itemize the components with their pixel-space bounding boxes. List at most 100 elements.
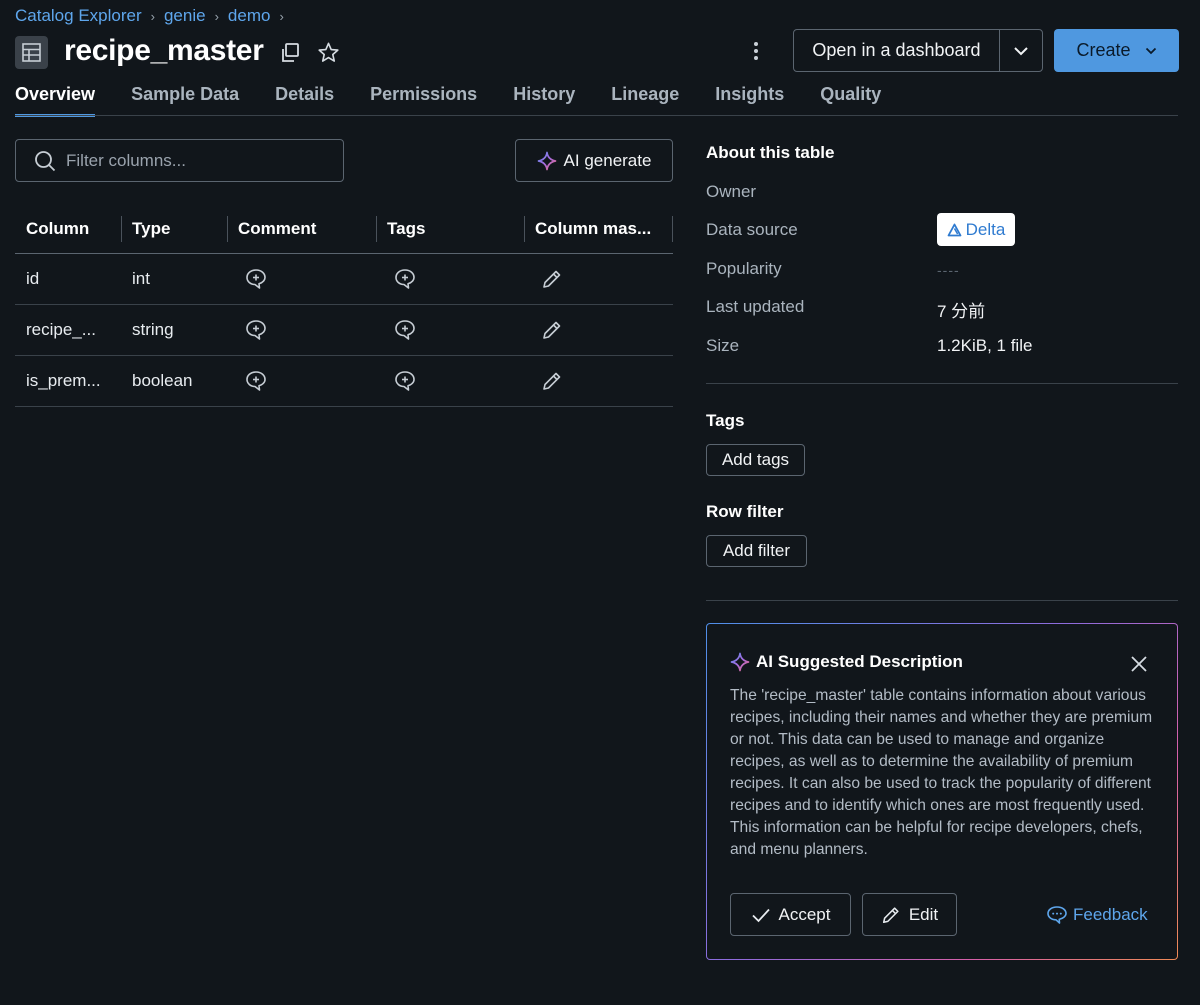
tab-lineage[interactable]: Lineage (611, 84, 679, 117)
table-row: is_prem... boolean (15, 356, 673, 407)
data-source-label: Data source (706, 220, 798, 239)
last-updated-value: 7 分前 (937, 302, 986, 321)
table-row: recipe_... string (15, 305, 673, 356)
about-table-heading: About this table (706, 143, 835, 162)
add-filter-button[interactable]: Add filter (706, 535, 807, 567)
open-in-dashboard-dropdown[interactable] (1000, 30, 1042, 71)
size-value: 1.2KiB, 1 file (937, 336, 1033, 355)
filter-columns-field (15, 139, 344, 182)
sparkle-icon (730, 652, 750, 672)
tab-quality[interactable]: Quality (820, 84, 881, 117)
filter-columns-input[interactable] (66, 150, 326, 171)
add-tags-button[interactable]: Add tags (706, 444, 805, 476)
ai-suggestion-text: The 'recipe_master' table contains infor… (730, 687, 1153, 858)
table-icon (15, 36, 48, 69)
tag-add-icon[interactable] (393, 267, 417, 291)
column-type: string (132, 320, 174, 339)
section-divider (706, 600, 1178, 601)
comment-add-icon[interactable] (244, 369, 268, 393)
pencil-icon[interactable] (541, 268, 563, 290)
tabs-divider (15, 115, 1178, 116)
pencil-icon[interactable] (541, 370, 563, 392)
create-button[interactable]: Create (1054, 29, 1179, 72)
copy-icon[interactable] (279, 42, 301, 64)
accept-button[interactable]: Accept (730, 893, 851, 936)
pencil-icon[interactable] (541, 319, 563, 341)
comment-add-icon[interactable] (244, 267, 268, 291)
tab-details[interactable]: Details (275, 84, 334, 117)
tags-cell (376, 356, 524, 406)
feedback-icon (1047, 906, 1067, 924)
ai-generate-button[interactable]: AI generate (515, 139, 673, 182)
table-header-row: Column Type Comment Tags Column mas... (15, 205, 673, 254)
tab-insights[interactable]: Insights (715, 84, 784, 117)
section-divider (706, 383, 1178, 384)
column-type: int (132, 269, 150, 288)
breadcrumb-separator: › (214, 8, 219, 24)
feedback-label: Feedback (1073, 905, 1148, 924)
breadcrumb-catalog-explorer[interactable]: Catalog Explorer (15, 6, 142, 26)
edit-button[interactable]: Edit (862, 893, 957, 936)
breadcrumb-separator: › (150, 8, 155, 24)
breadcrumb-separator: › (279, 8, 284, 24)
tab-overview[interactable]: Overview (15, 84, 96, 117)
tag-add-icon[interactable] (393, 369, 417, 393)
open-in-dashboard-button[interactable]: Open in a dashboard (794, 30, 1000, 71)
tags-cell (376, 305, 524, 355)
tag-add-icon[interactable] (393, 318, 417, 342)
page-title: recipe_master (64, 34, 264, 67)
chevron-down-icon (1014, 46, 1028, 55)
breadcrumb-genie[interactable]: genie (164, 6, 206, 26)
comment-cell (227, 305, 376, 355)
comment-cell (227, 356, 376, 406)
tab-bar: Overview Sample Data Details Permissions… (15, 84, 881, 117)
owner-label: Owner (706, 182, 757, 201)
tags-cell (376, 254, 524, 304)
last-updated-label: Last updated (706, 297, 805, 316)
column-mask-cell (524, 356, 673, 406)
feedback-link[interactable]: Feedback (1046, 905, 1148, 925)
ai-generate-label: AI generate (563, 150, 652, 170)
tab-sample-data[interactable]: Sample Data (131, 84, 239, 117)
ai-suggested-description-card: AI Suggested Description The 'recipe_mas… (706, 623, 1178, 960)
check-icon (751, 908, 770, 922)
search-icon (35, 150, 56, 171)
ai-suggestion-title: AI Suggested Description (756, 652, 963, 671)
more-options-kebab-icon[interactable] (745, 38, 767, 64)
column-name: id (26, 269, 40, 288)
header-tags[interactable]: Tags (376, 205, 524, 253)
column-mask-cell (524, 305, 673, 355)
tab-history[interactable]: History (513, 84, 575, 117)
edit-label: Edit (908, 904, 939, 924)
delta-icon (947, 223, 962, 236)
header-comment[interactable]: Comment (227, 205, 376, 253)
close-icon[interactable] (1129, 654, 1149, 674)
column-mask-cell (524, 254, 673, 304)
comment-add-icon[interactable] (244, 318, 268, 342)
ai-suggestion-header: AI Suggested Description (730, 652, 963, 672)
column-name: recipe_... (26, 320, 96, 339)
open-in-dashboard-split-button: Open in a dashboard (793, 29, 1043, 72)
sparkle-icon (537, 151, 556, 170)
header-column-mask[interactable]: Column mas... (524, 205, 673, 253)
breadcrumb-demo[interactable]: demo (228, 6, 271, 26)
data-source-badge[interactable]: Delta (937, 213, 1015, 246)
accept-label: Accept (778, 904, 831, 924)
row-filter-heading: Row filter (706, 502, 784, 521)
tab-permissions[interactable]: Permissions (370, 84, 477, 117)
breadcrumb: Catalog Explorer › genie › demo › (15, 6, 284, 26)
columns-table: Column Type Comment Tags Column mas... i… (15, 205, 673, 407)
column-name: is_prem... (26, 371, 101, 390)
popularity-label: Popularity (706, 259, 782, 278)
chevron-down-icon (1145, 47, 1156, 54)
header-column[interactable]: Column (15, 205, 121, 253)
tags-heading: Tags (706, 411, 745, 430)
size-label: Size (706, 336, 740, 355)
star-icon[interactable] (317, 41, 340, 64)
create-button-label: Create (1076, 40, 1131, 60)
comment-cell (227, 254, 376, 304)
table-row: id int (15, 254, 673, 305)
header-type[interactable]: Type (121, 205, 227, 253)
column-type: boolean (132, 371, 193, 390)
pencil-icon (882, 906, 899, 923)
